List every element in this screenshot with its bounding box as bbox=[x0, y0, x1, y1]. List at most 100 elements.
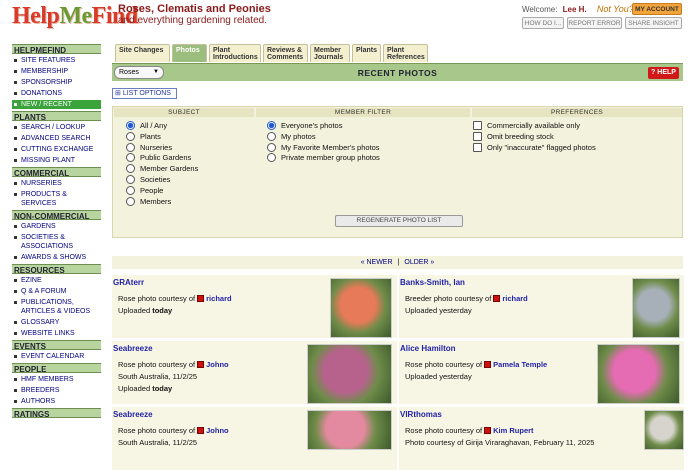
tab-photos[interactable]: Photos bbox=[172, 44, 207, 62]
subject-option-plants[interactable]: Plants bbox=[126, 131, 161, 142]
radio-button[interactable] bbox=[126, 175, 135, 184]
sidebar-item-cutting-exchange[interactable]: CUTTING EXCHANGE bbox=[12, 145, 101, 154]
subject-option-societies[interactable]: Societies bbox=[126, 175, 170, 185]
preference-option-only-inaccurate-flagged-photos[interactable]: Only "inaccurate" flagged photos bbox=[473, 142, 596, 153]
radio-button[interactable] bbox=[126, 185, 135, 195]
sidebar-item-awards-shows[interactable]: AWARDS & SHOWS bbox=[12, 253, 101, 262]
courtesy-prefix: Rose photo courtesy of bbox=[118, 294, 196, 303]
photo-card: Banks-Smith, Ian Breeder photo courtesy o… bbox=[399, 274, 684, 338]
member-option-my-photos[interactable]: My photos bbox=[267, 131, 316, 142]
tab-plant-references[interactable]: Plant References bbox=[383, 44, 428, 62]
member-link[interactable]: richard bbox=[206, 294, 231, 303]
subject-option-public-gardens[interactable]: Public Gardens bbox=[126, 153, 191, 163]
member-link[interactable]: Johno bbox=[206, 360, 229, 369]
rose-photo[interactable] bbox=[644, 410, 684, 450]
sidebar-item-products-services[interactable]: PRODUCTS & SERVICES bbox=[12, 190, 101, 208]
newer-link[interactable]: « NEWER bbox=[361, 259, 393, 266]
logo-me: Me bbox=[59, 3, 92, 29]
subject-option-nurseries[interactable]: Nurseries bbox=[126, 142, 172, 153]
sidebar-item-ezine[interactable]: EZINE bbox=[12, 276, 101, 285]
sidebar-item-site-features[interactable]: SITE FEATURES bbox=[12, 56, 101, 65]
sidebar-item-q-a-forum[interactable]: Q & A FORUM bbox=[12, 287, 101, 296]
plant-name-link[interactable]: Alice Hamilton bbox=[400, 344, 456, 353]
sidebar-item-authors[interactable]: AUTHORS bbox=[12, 397, 101, 406]
member-option-private-member-group-photos[interactable]: Private member group photos bbox=[267, 153, 380, 163]
sidebar-item-nurseries[interactable]: NURSERIES bbox=[12, 179, 101, 188]
sidebar-item-societies-associations[interactable]: SOCIETIES & ASSOCIATIONS bbox=[12, 233, 101, 251]
subject-option-people[interactable]: People bbox=[126, 185, 163, 196]
title-bar: Roses ▼ Recent Photos ? HELP bbox=[112, 63, 683, 81]
radio-button[interactable] bbox=[126, 164, 135, 174]
radio-button[interactable] bbox=[267, 142, 276, 152]
user-name[interactable]: Lee H. bbox=[563, 5, 587, 14]
rose-photo[interactable] bbox=[307, 344, 392, 404]
member-link[interactable]: Johno bbox=[206, 426, 229, 435]
rose-photo[interactable] bbox=[632, 278, 680, 338]
sidebar-item-advanced-search[interactable]: ADVANCED SEARCH bbox=[12, 134, 101, 143]
member-option-everyone-s-photos[interactable]: Everyone's photos bbox=[267, 121, 342, 131]
member-flag-icon bbox=[493, 295, 501, 302]
radio-button[interactable] bbox=[126, 196, 135, 206]
option-label: My photos bbox=[281, 131, 316, 141]
sidebar-item-membership[interactable]: MEMBERSHIP bbox=[12, 67, 101, 76]
radio-button[interactable] bbox=[126, 142, 135, 152]
subject-option-member-gardens[interactable]: Member Gardens bbox=[126, 164, 198, 174]
how-do-i-button[interactable]: HOW DO I... bbox=[522, 17, 564, 29]
member-option-my-favorite-member-s-photos[interactable]: My Favorite Member's photos bbox=[267, 142, 380, 153]
sidebar-item-new-recent[interactable]: NEW / RECENT bbox=[12, 100, 101, 109]
plant-name-link[interactable]: Seabreeze bbox=[113, 410, 153, 419]
rose-photo[interactable] bbox=[597, 344, 680, 404]
sidebar-item-search-lookup[interactable]: SEARCH / LOOKUP bbox=[12, 123, 101, 132]
checkbox[interactable] bbox=[473, 131, 482, 141]
sidebar-item-donations[interactable]: DONATIONS bbox=[12, 89, 101, 98]
radio-button[interactable] bbox=[267, 153, 276, 163]
sidebar-item-event-calendar[interactable]: EVENT CALENDAR bbox=[12, 352, 101, 361]
tab-site-changes[interactable]: Site Changes bbox=[115, 44, 170, 62]
not-you-link[interactable]: Not You? bbox=[597, 4, 634, 14]
radio-button[interactable] bbox=[126, 153, 135, 163]
checkbox[interactable] bbox=[473, 121, 482, 130]
radio-button[interactable] bbox=[267, 131, 276, 141]
sidebar-item-publications-articles-videos[interactable]: PUBLICATIONS, ARTICLES & VIDEOS bbox=[12, 298, 101, 316]
report-error-button[interactable]: REPORT ERROR bbox=[567, 17, 622, 29]
option-label: Public Gardens bbox=[140, 153, 192, 163]
subject-option-all-any[interactable]: All / Any bbox=[126, 121, 167, 131]
radio-button[interactable] bbox=[267, 121, 276, 130]
sidebar-item-hmf-members[interactable]: HMF MEMBERS bbox=[12, 375, 101, 384]
rose-photo[interactable] bbox=[330, 278, 392, 338]
welcome-label: Welcome: bbox=[522, 5, 558, 14]
share-insight-button[interactable]: SHARE INSIGHT bbox=[625, 17, 682, 29]
help-button[interactable]: ? HELP bbox=[648, 67, 679, 79]
sidebar-item-missing-plant[interactable]: MISSING PLANT bbox=[12, 156, 101, 165]
older-link[interactable]: OLDER » bbox=[404, 259, 434, 266]
sidebar-item-gardens[interactable]: GARDENS bbox=[12, 222, 101, 231]
preference-option-omit-breeding-stock[interactable]: Omit breeding stock bbox=[473, 131, 554, 142]
radio-button[interactable] bbox=[126, 121, 135, 130]
tab-member-journals[interactable]: Member Journals bbox=[310, 44, 350, 62]
list-options-toggle[interactable]: ⊞ LIST OPTIONS bbox=[112, 88, 177, 99]
regenerate-photo-list-button[interactable]: REGENERATE PHOTO LIST bbox=[335, 215, 463, 227]
rose-photo[interactable] bbox=[307, 410, 392, 450]
checkbox[interactable] bbox=[473, 142, 482, 152]
courtesy-line: Rose photo courtesy of richard bbox=[118, 294, 232, 303]
plant-name-link[interactable]: GRAterr bbox=[113, 278, 144, 287]
my-account-button[interactable]: MY ACCOUNT bbox=[632, 3, 682, 15]
subject-option-members[interactable]: Members bbox=[126, 196, 171, 207]
tab-reviews-comments[interactable]: Reviews & Comments bbox=[263, 44, 308, 62]
radio-button[interactable] bbox=[126, 131, 135, 141]
tab-plant-introductions[interactable]: Plant Introductions bbox=[209, 44, 261, 62]
sidebar-item-website-links[interactable]: WEBSITE LINKS bbox=[12, 329, 101, 338]
sidebar-item-breeders[interactable]: BREEDERS bbox=[12, 386, 101, 395]
plant-name-link[interactable]: Seabreeze bbox=[113, 344, 153, 353]
tab-plants[interactable]: Plants bbox=[352, 44, 381, 62]
member-link[interactable]: Pamela Temple bbox=[493, 360, 547, 369]
member-link[interactable]: Kim Rupert bbox=[493, 426, 533, 435]
site-title: Roses, Clematis and Peonies and everythi… bbox=[118, 4, 271, 27]
plant-name-link[interactable]: Banks-Smith, Ian bbox=[400, 278, 465, 287]
courtesy-prefix: Rose photo courtesy of bbox=[405, 360, 483, 369]
sidebar-item-glossary[interactable]: GLOSSARY bbox=[12, 318, 101, 327]
sidebar-item-sponsorship[interactable]: SPONSORSHIP bbox=[12, 78, 101, 87]
plant-name-link[interactable]: VIRthomas bbox=[400, 410, 442, 419]
preference-option-commercially-available-only[interactable]: Commercially available only bbox=[473, 121, 580, 131]
member-link[interactable]: richard bbox=[502, 294, 527, 303]
